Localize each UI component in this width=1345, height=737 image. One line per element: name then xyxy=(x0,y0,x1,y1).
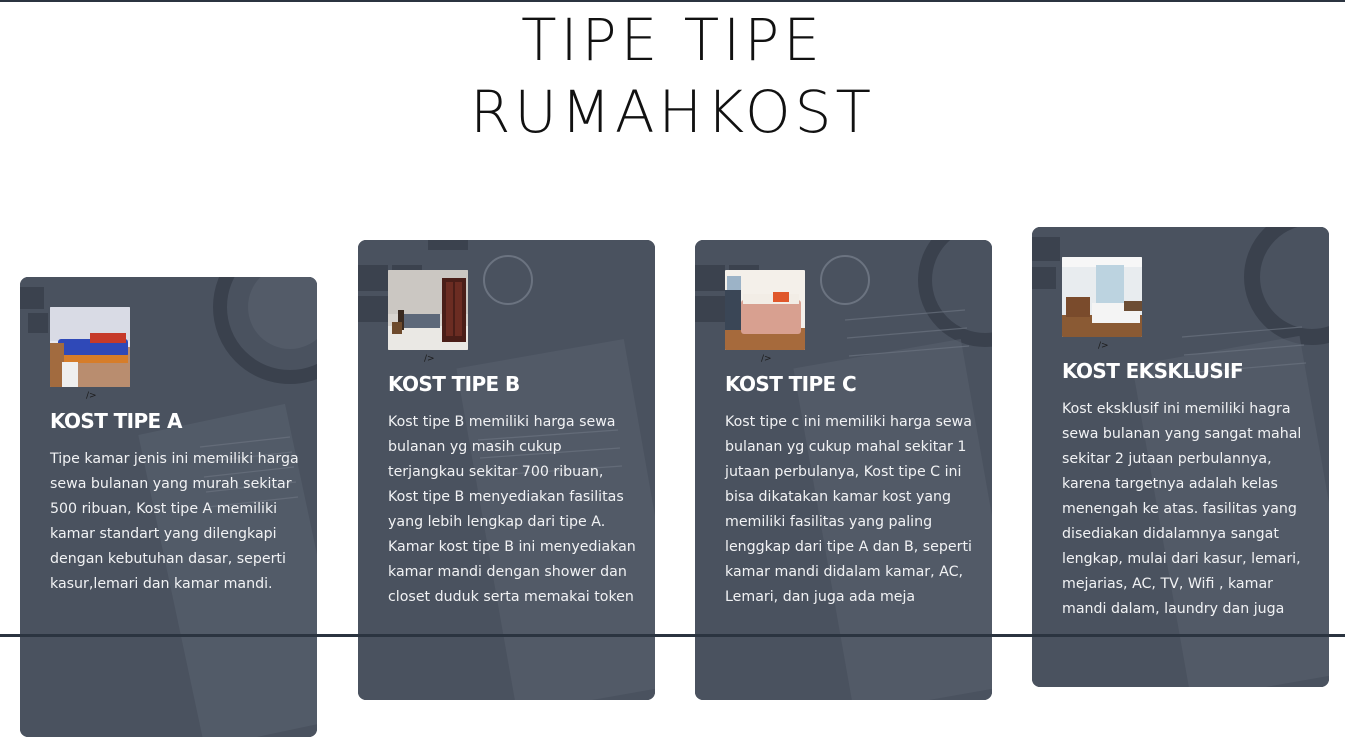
card-description: Tipe kamar jenis ini memiliki harga sewa… xyxy=(50,451,299,592)
card-kost-tipe-b: /> KOST TIPE B Kost tipe B memiliki harg… xyxy=(358,240,655,700)
card-content: /> KOST TIPE B Kost tipe B memiliki harg… xyxy=(388,270,638,610)
stray-markup-text: /> xyxy=(761,354,772,364)
room-photo-icon xyxy=(725,270,805,350)
card-title: KOST TIPE C xyxy=(725,372,857,396)
card-description: Kost tipe c ini memiliki harga sewa bula… xyxy=(725,414,972,605)
card-content: /> KOST TIPE A Tipe kamar jenis ini memi… xyxy=(50,307,300,597)
card-content: /> KOST TIPE C Kost tipe c ini memiliki … xyxy=(725,270,975,610)
room-photo-icon xyxy=(1062,257,1142,337)
card-description: Kost tipe B memiliki harga sewa bulanan … xyxy=(388,414,636,605)
room-photo-icon xyxy=(388,270,468,350)
stray-markup-text: /> xyxy=(86,391,97,401)
page-title-line-2: RUMAHKOST xyxy=(470,78,875,146)
room-photo-icon xyxy=(50,307,130,387)
card-title: KOST TIPE A xyxy=(50,409,182,433)
card-kost-eksklusif: /> KOST EKSKLUSIF Kost eksklusif ini mem… xyxy=(1032,227,1329,687)
card-content: /> KOST EKSKLUSIF Kost eksklusif ini mem… xyxy=(1062,257,1312,622)
card-description: Kost eksklusif ini memiliki hagra sewa b… xyxy=(1062,401,1302,617)
card-kost-tipe-a: /> KOST TIPE A Tipe kamar jenis ini memi… xyxy=(20,277,317,737)
page-title: TIPE TIPE RUMAHKOST xyxy=(0,4,1345,148)
top-border xyxy=(0,0,1345,2)
stray-markup-text: /> xyxy=(424,354,435,364)
card-kost-tipe-c: /> KOST TIPE C Kost tipe c ini memiliki … xyxy=(695,240,992,700)
stray-markup-text: /> xyxy=(1098,341,1109,351)
page-title-line-1: TIPE TIPE xyxy=(521,6,824,74)
card-title: KOST TIPE B xyxy=(388,372,520,396)
card-title: KOST EKSKLUSIF xyxy=(1062,359,1244,383)
